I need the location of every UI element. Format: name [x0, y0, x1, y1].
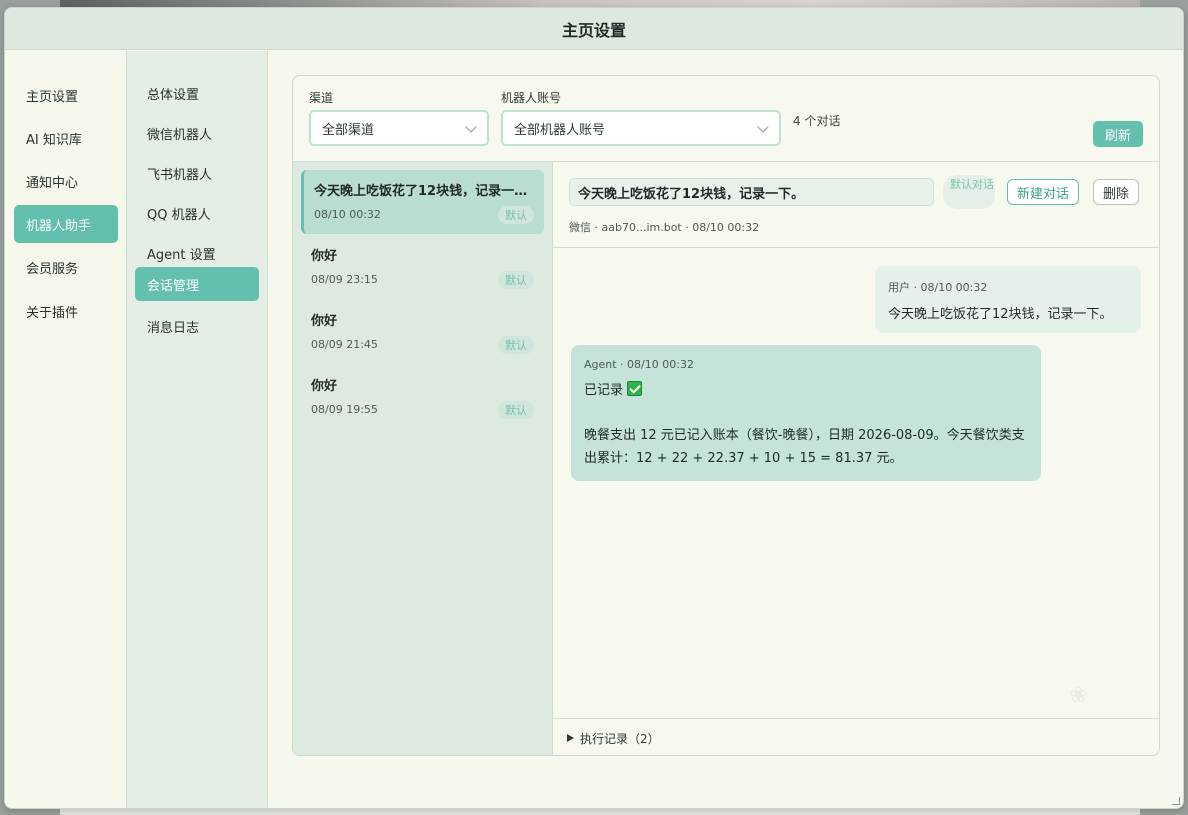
account-select-value: 全部机器人账号: [514, 122, 606, 138]
check-icon: [627, 381, 643, 396]
subnav-item-label: 消息日志: [147, 320, 200, 336]
conversation-title: 你好: [311, 379, 338, 394]
nav-item-robot-assistant[interactable]: 机器人助手: [14, 205, 118, 243]
conversation-title: 今天晚上吃饭花了12块钱，记录一下。: [314, 184, 534, 199]
message-text-body: 晚餐支出 12 元已记入账本（餐饮-晚餐），日期 2026-08-09。今天餐饮…: [584, 428, 1025, 466]
dialog-header: 主页设置: [5, 8, 1183, 50]
account-select[interactable]: 全部机器人账号: [501, 110, 781, 146]
subnav-item-session-management[interactable]: 会话管理: [135, 267, 259, 301]
background-bottom: [60, 808, 1140, 815]
channel-select-value: 全部渠道: [322, 122, 375, 138]
subnav-item-label: QQ 机器人: [147, 207, 211, 223]
channel-select[interactable]: 全部渠道: [309, 110, 489, 146]
account-label: 机器人账号: [501, 91, 562, 105]
settings-dialog: 主页设置 主页设置 AI 知识库 通知中心 机器人助手 会员服务 关于插件 总体…: [4, 7, 1184, 809]
subnav-item-agent-settings[interactable]: Agent 设置: [135, 236, 259, 270]
conversation-title-input[interactable]: 今天晚上吃饭花了12块钱，记录一下。: [569, 178, 934, 206]
nav-item-membership[interactable]: 会员服务: [14, 248, 118, 286]
conversation-item[interactable]: 你好 08/09 23:15 默认: [301, 235, 544, 299]
subnav-item-feishu-bot[interactable]: 飞书机器人: [135, 156, 259, 190]
conversation-item[interactable]: 你好 08/09 19:55 默认: [301, 365, 544, 429]
subnav-item-label: 微信机器人: [147, 127, 213, 143]
channel-label: 渠道: [309, 91, 334, 105]
nav-item-label: 主页设置: [26, 89, 79, 105]
nav-item-label: AI 知识库: [26, 132, 82, 148]
conversation-badge: 默认: [498, 271, 534, 289]
execution-log-label: 执行记录（2）: [580, 731, 660, 746]
secondary-nav: 总体设置 微信机器人 飞书机器人 QQ 机器人 Agent 设置 会话管理 消息…: [127, 51, 268, 808]
chat-header: 今天晚上吃饭花了12块钱，记录一下。 默认对话 新建对话 删除 微信 · aab…: [553, 162, 1159, 248]
nav-item-label: 通知中心: [26, 175, 79, 191]
message-text-head-label: 已记录: [584, 383, 624, 398]
flower-icon: ❀: [1069, 683, 1088, 708]
conversation-time: 08/09 23:15: [311, 273, 378, 286]
subnav-item-label: 总体设置: [147, 87, 200, 103]
conversation-time: 08/09 19:55: [311, 403, 378, 416]
subnav-item-message-log[interactable]: 消息日志: [135, 309, 259, 343]
conversation-list: 今天晚上吃饭花了12块钱，记录一下。 08/10 00:32 默认 你好 08/…: [293, 162, 553, 755]
chevron-down-icon: [465, 121, 477, 133]
conversation-count: 4 个对话: [793, 114, 841, 128]
new-conversation-button[interactable]: 新建对话: [1007, 179, 1080, 205]
conversation-badge: 默认: [498, 336, 534, 354]
subnav-item-label: 会话管理: [147, 278, 200, 294]
subnav-item-label: Agent 设置: [147, 247, 216, 263]
filter-bar: 渠道 全部渠道 机器人账号 全部机器人账号 4 个对话 刷新: [293, 76, 1159, 162]
message-meta: 用户 · 08/10 00:32: [888, 281, 988, 294]
chevron-down-icon: [757, 121, 769, 133]
refresh-button[interactable]: 刷新: [1093, 121, 1143, 147]
message-text-head: 已记录: [584, 379, 1028, 402]
conversation-badge: 默认: [498, 401, 534, 419]
subnav-item-qq-bot[interactable]: QQ 机器人: [135, 196, 259, 230]
conversation-title: 你好: [311, 249, 338, 264]
dialog-title: 主页设置: [561, 20, 626, 40]
nav-item-ai-knowledge[interactable]: AI 知识库: [14, 119, 118, 157]
subnav-item-wechat-bot[interactable]: 微信机器人: [135, 116, 259, 150]
subnav-item-label: 飞书机器人: [147, 167, 213, 183]
session-panel: 渠道 全部渠道 机器人账号 全部机器人账号 4 个对话 刷新 今天晚上吃饭花了1…: [292, 75, 1160, 756]
conversation-item[interactable]: 今天晚上吃饭花了12块钱，记录一下。 08/10 00:32 默认: [301, 170, 544, 234]
nav-item-label: 关于插件: [26, 305, 79, 321]
subnav-item-general[interactable]: 总体设置: [135, 76, 259, 110]
message-text: 今天晚上吃饭花了12块钱，记录一下。: [888, 307, 1113, 322]
triangle-right-icon: [567, 734, 574, 742]
default-conversation-tag: 默认对话: [943, 175, 995, 209]
agent-message: Agent · 08/10 00:32 已记录 晚餐支出 12 元已记入账本（餐…: [571, 345, 1041, 481]
nav-item-about[interactable]: 关于插件: [14, 292, 118, 330]
conversation-time: 08/10 00:32: [314, 208, 381, 221]
conversation-time: 08/09 21:45: [311, 338, 378, 351]
nav-item-notifications[interactable]: 通知中心: [14, 162, 118, 200]
user-message: 用户 · 08/10 00:32 今天晚上吃饭花了12块钱，记录一下。: [875, 266, 1141, 333]
delete-button[interactable]: 删除: [1093, 179, 1140, 205]
chat-meta: 微信 · aab70...im.bot · 08/10 00:32: [569, 221, 760, 234]
conversation-item[interactable]: 你好 08/09 21:45 默认: [301, 300, 544, 364]
nav-item-label: 机器人助手: [26, 218, 92, 234]
primary-nav: 主页设置 AI 知识库 通知中心 机器人助手 会员服务 关于插件: [5, 51, 127, 808]
message-area: 用户 · 08/10 00:32 今天晚上吃饭花了12块钱，记录一下。 Agen…: [553, 248, 1159, 718]
chat-detail: 今天晚上吃饭花了12块钱，记录一下。 默认对话 新建对话 删除 微信 · aab…: [553, 162, 1159, 755]
message-meta: Agent · 08/10 00:32: [584, 358, 694, 371]
conversation-badge: 默认: [498, 206, 534, 224]
nav-item-label: 会员服务: [26, 261, 79, 277]
resize-handle-icon[interactable]: [1172, 797, 1180, 805]
execution-log-toggle[interactable]: 执行记录（2）: [553, 718, 1159, 755]
nav-item-home-settings[interactable]: 主页设置: [14, 76, 118, 114]
conversation-title: 你好: [311, 314, 338, 329]
